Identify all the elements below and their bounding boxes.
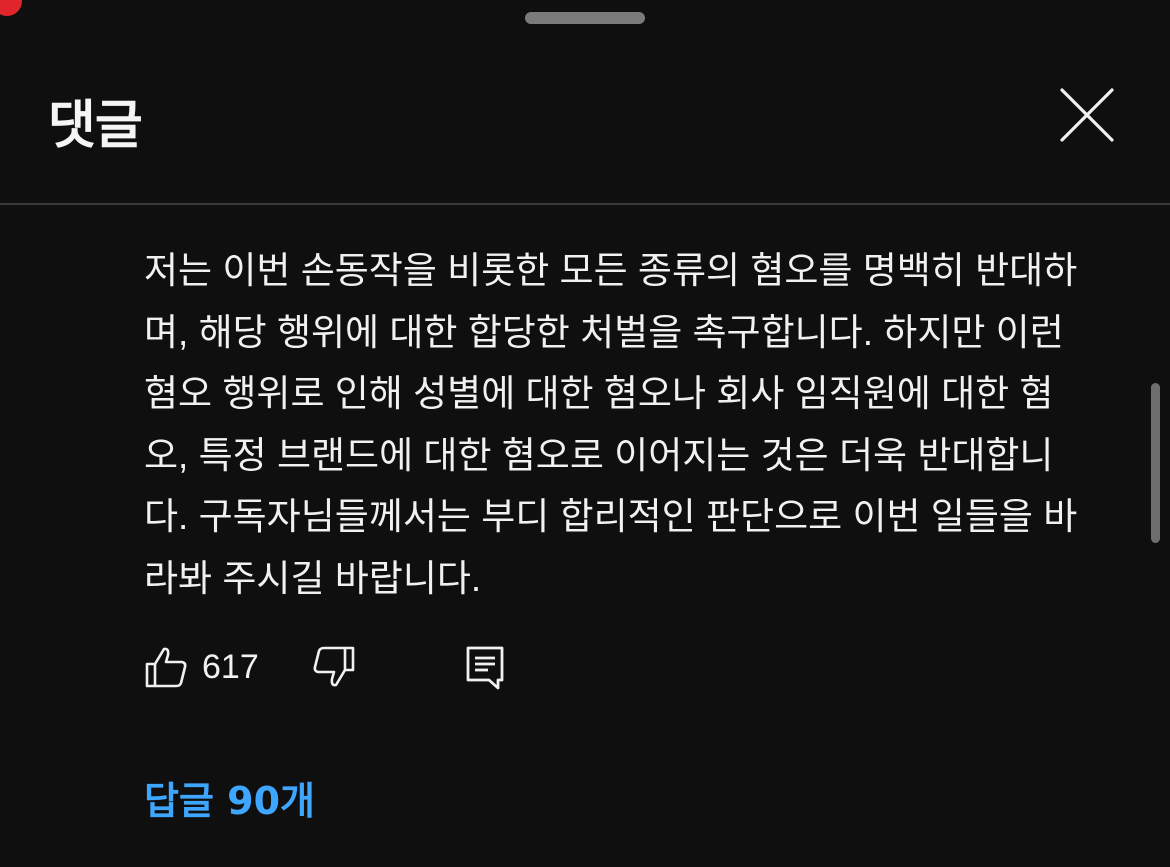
close-icon bbox=[1060, 88, 1114, 142]
panel-title: 댓글 bbox=[48, 96, 143, 156]
reply-button[interactable] bbox=[464, 640, 506, 694]
like-button[interactable]: 617 bbox=[144, 640, 259, 694]
notification-dot bbox=[0, 0, 22, 16]
like-count: 617 bbox=[202, 647, 259, 686]
sheet-grab-handle[interactable] bbox=[525, 12, 645, 24]
header-divider bbox=[0, 203, 1170, 205]
scrollbar-thumb[interactable] bbox=[1151, 383, 1160, 543]
comment-action-bar: 617 bbox=[144, 640, 544, 694]
view-replies-link[interactable]: 답글 90개 bbox=[144, 770, 315, 825]
dislike-button[interactable] bbox=[312, 640, 356, 694]
comment-text: 저는 이번 손동작을 비롯한 모든 종류의 혐오를 명백히 반대하며, 해당 행… bbox=[144, 250, 1078, 599]
close-button[interactable] bbox=[1052, 80, 1122, 150]
reply-comment-icon bbox=[466, 646, 504, 690]
thumbs-up-icon bbox=[145, 647, 187, 688]
thumbs-down-icon bbox=[313, 646, 355, 687]
